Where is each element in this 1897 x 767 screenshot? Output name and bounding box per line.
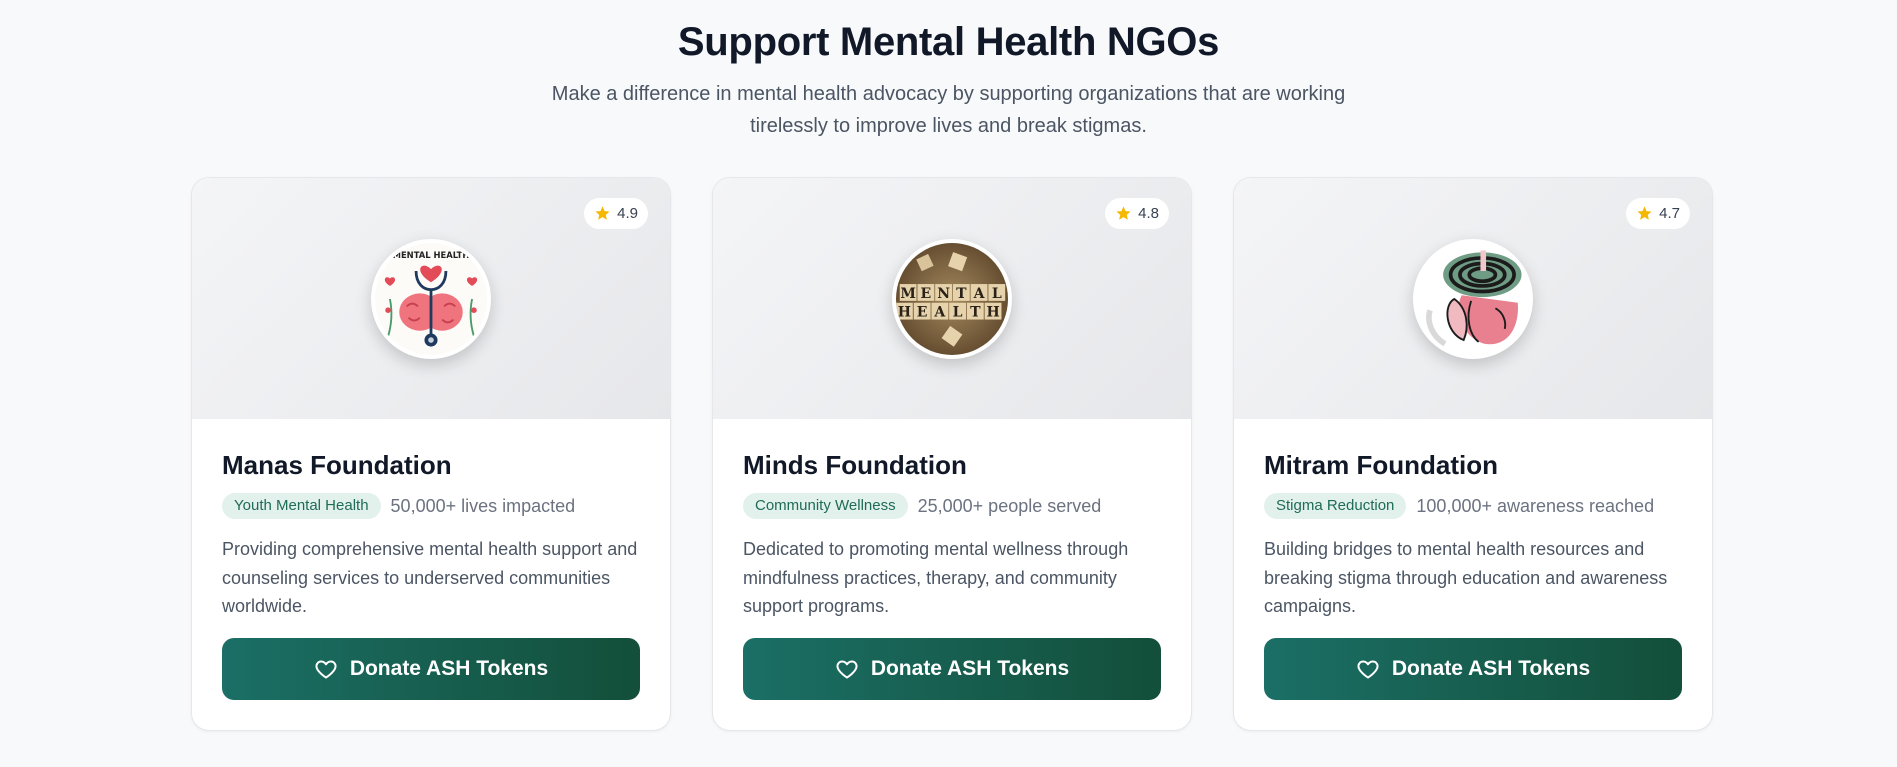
ngo-name: Minds Foundation [743,450,967,480]
ngo-description: Providing comprehensive mental health su… [222,539,638,616]
heart-icon [1357,660,1379,679]
brain-stethoscope-icon: MENTAL HEALTH [375,242,487,355]
svg-text:M: M [900,286,915,302]
rating-badge: 4.7 [1626,198,1690,229]
category-tag: Stigma Reduction [1264,493,1407,519]
card-image-area: 4.9 MENTAL HEALTH [192,178,670,419]
impact-stat: 25,000+ people served [917,495,1102,516]
head-in-hands-icon [1417,242,1529,355]
ngo-name: Manas Foundation [222,450,452,480]
page-title: Support Mental Health NGOs [677,20,1220,64]
donate-button[interactable]: Donate ASH Tokens [1264,638,1682,700]
svg-text:L: L [992,286,1002,302]
donate-button[interactable]: Donate ASH Tokens [222,638,640,700]
donate-button-label: Donate ASH Tokens [1391,657,1591,680]
ngo-name: Mitram Foundation [1264,450,1498,480]
rating-value: 4.7 [1659,205,1680,222]
svg-text:A: A [973,286,986,302]
svg-text:N: N [937,286,950,302]
heart-icon [315,660,337,679]
ngo-card: 4.9 MENTAL HEALTH Manas Foundation Youth… [191,177,671,731]
logo-text: MENTAL HEALTH [393,249,470,259]
ngo-logo: M E N T A L H E A L T H [892,238,1012,359]
ngo-description: Building bridges to mental health resour… [1264,539,1668,616]
ngo-logo [1413,238,1533,359]
card-image-area: 4.8 M E N T A L H E A L T H [713,178,1191,419]
star-icon [1116,206,1131,220]
category-tag: Youth Mental Health [222,493,381,519]
svg-text:T: T [956,286,967,302]
donate-button-label: Donate ASH Tokens [349,657,549,680]
page-header: Support Mental Health NGOs Make a differ… [0,0,1897,142]
svg-text:E: E [921,286,932,302]
star-icon [1637,206,1652,220]
impact-stat: 100,000+ awareness reached [1416,495,1655,516]
star-icon [595,206,610,220]
ngo-card: 4.8 M E N T A L H E A L T H Minds Founda… [712,177,1192,731]
ngo-card: 4.7 Mitram Foundation Stigma Reduction 1… [1233,177,1713,731]
rating-badge: 4.9 [584,198,648,229]
rating-badge: 4.8 [1105,198,1169,229]
page-subtitle: Make a difference in mental health advoc… [551,83,1346,137]
svg-text:H: H [986,304,999,320]
svg-text:T: T [970,304,981,320]
donate-button[interactable]: Donate ASH Tokens [743,638,1161,700]
card-image-area: 4.7 [1234,178,1712,419]
rating-value: 4.9 [617,205,638,222]
ngo-description: Dedicated to promoting mental wellness t… [743,539,1129,616]
impact-stat: 50,000+ lives impacted [390,495,576,516]
svg-text:H: H [898,304,911,320]
letter-tiles-icon: M E N T A L H E A L T H [896,242,1008,355]
ngo-card-list: 4.9 MENTAL HEALTH Manas Foundation Youth… [191,177,1713,731]
svg-text:E: E [917,304,928,320]
ngo-logo: MENTAL HEALTH [371,238,491,359]
heart-icon [836,660,858,679]
donate-button-label: Donate ASH Tokens [870,657,1070,680]
svg-text:L: L [953,304,963,320]
rating-value: 4.8 [1138,205,1159,222]
category-tag: Community Wellness [743,493,908,519]
svg-text:A: A [933,304,946,320]
